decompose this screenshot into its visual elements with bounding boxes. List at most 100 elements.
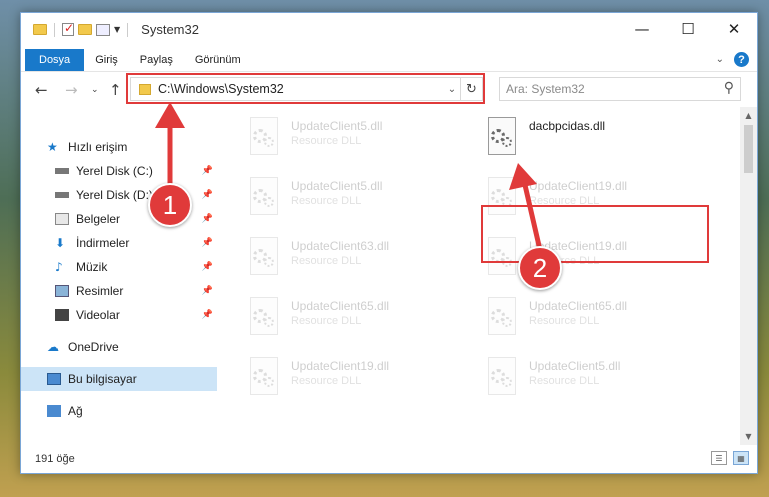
scroll-up-icon[interactable]: ▲ <box>740 107 757 124</box>
computer-icon <box>47 373 61 385</box>
dll-file-icon <box>245 295 283 339</box>
file-name: UpdateClient63.dll <box>291 239 390 253</box>
forward-icon[interactable]: → <box>65 81 78 99</box>
toolbar-divider <box>54 22 55 37</box>
pin-icon[interactable]: 📌 <box>202 190 213 200</box>
pin-icon[interactable]: 📌 <box>202 238 213 248</box>
recent-locations-icon[interactable]: ⌄ <box>91 85 99 95</box>
nav-item-label: Yerel Disk (C:) <box>76 164 153 178</box>
maximize-button[interactable]: ☐ <box>665 13 711 45</box>
pin-icon[interactable]: 📌 <box>202 166 213 176</box>
nav-item-label: Videolar <box>76 308 120 322</box>
file-type: Resource DLL <box>291 255 362 267</box>
network-icon <box>47 405 61 417</box>
file-list: UpdateClient5.dll Resource DLL dacbpcidas.… <box>231 107 735 445</box>
nav-item-label: Hızlı erişim <box>68 140 128 154</box>
back-icon[interactable]: ← <box>35 81 48 99</box>
nav-item-label: İndirmeler <box>76 236 130 250</box>
file-name: dacbpcidas.dll <box>529 119 606 133</box>
file-type: Resource DLL <box>291 195 362 207</box>
vertical-scrollbar[interactable]: ▲ ▼ <box>740 107 757 445</box>
file-item[interactable]: UpdateClient65.dll Resource DLL <box>245 295 475 343</box>
nav-item-label: Resimler <box>76 284 124 298</box>
details-view-icon[interactable]: ☰ <box>711 451 727 465</box>
navigation-pane: ★ Hızlı erişim Yerel Disk (C:) 📌 Yerel Disk … <box>21 107 217 445</box>
item-count: 191 öğe <box>35 453 75 465</box>
file-type: Resource DLL <box>291 135 362 147</box>
help-icon[interactable]: ? <box>734 52 749 67</box>
file-item[interactable]: UpdateClient5.dll Resource DLL <box>245 175 475 223</box>
videos-icon <box>55 309 69 321</box>
scroll-down-icon[interactable]: ▼ <box>740 428 757 445</box>
documents-icon <box>55 213 69 225</box>
quick-access-toolbar: ▼ System32 <box>33 21 199 37</box>
dll-file-icon <box>245 115 283 159</box>
nav-item-label: Ağ <box>68 404 83 418</box>
properties-check-icon[interactable] <box>62 21 74 36</box>
file-item[interactable]: UpdateClient65.dll Resource DLL <box>483 295 713 343</box>
nav-item[interactable]: Videolar 📌 <box>21 303 217 327</box>
tab-home[interactable]: Giriş <box>84 49 129 71</box>
dll-file-icon <box>245 355 283 399</box>
status-bar: 191 öğe ☰ ▦ <box>21 445 757 473</box>
search-icon[interactable]: ⚲ <box>724 80 734 96</box>
up-icon[interactable]: ↑ <box>109 81 122 99</box>
file-item[interactable]: UpdateClient63.dll Resource DLL <box>245 235 475 283</box>
customize-icon[interactable] <box>96 23 110 36</box>
file-name: UpdateClient19.dll <box>291 359 390 373</box>
dll-file-icon <box>483 115 521 159</box>
large-icons-view-icon[interactable]: ▦ <box>733 451 749 465</box>
file-item[interactable]: UpdateClient19.dll Resource DLL <box>245 355 475 403</box>
new-folder-icon[interactable] <box>78 24 92 35</box>
tab-share[interactable]: Paylaş <box>129 49 184 71</box>
content-area: ★ Hızlı erişim Yerel Disk (C:) 📌 Yerel Disk … <box>21 107 757 445</box>
nav-item[interactable]: ★ Hızlı erişim <box>21 135 217 159</box>
toolbar-divider <box>127 22 129 37</box>
pin-icon[interactable]: 📌 <box>202 286 213 296</box>
folder-icon <box>33 24 47 35</box>
pin-icon[interactable]: 📌 <box>202 214 213 224</box>
music-icon: ♪ <box>55 260 63 274</box>
file-type: Resource DLL <box>529 375 600 387</box>
nav-item[interactable]: Ağ <box>21 399 217 423</box>
nav-item[interactable]: ☁ OneDrive <box>21 335 217 359</box>
nav-item[interactable]: Resimler 📌 <box>21 279 217 303</box>
file-item[interactable]: UpdateClient5.dll Resource DLL <box>245 115 475 163</box>
file-name: UpdateClient5.dll <box>291 179 383 193</box>
step-2-badge: 2 <box>518 246 562 290</box>
pin-icon[interactable]: 📌 <box>202 310 213 320</box>
search-placeholder: Ara: System32 <box>506 82 585 96</box>
step-1-badge: 1 <box>148 183 192 227</box>
star-icon: ★ <box>47 140 58 154</box>
file-name: UpdateClient65.dll <box>529 299 628 313</box>
drive-icon <box>55 168 69 174</box>
file-item[interactable]: dacbpcidas.dll <box>483 115 713 163</box>
file-name: UpdateClient5.dll <box>529 359 621 373</box>
file-item[interactable]: UpdateClient5.dll Resource DLL <box>483 355 713 403</box>
file-highlight-box <box>481 205 709 263</box>
scroll-thumb[interactable] <box>744 125 753 173</box>
nav-item-label: OneDrive <box>68 340 119 354</box>
tab-file[interactable]: Dosya <box>25 49 85 71</box>
file-name: UpdateClient19.dll <box>529 179 628 193</box>
nav-item[interactable]: Bu bilgisayar <box>21 367 217 391</box>
address-row: ← → ⌄ ↑ C:\Windows\System32 ⌄ ↻ Ara: Sys… <box>21 71 757 107</box>
nav-item[interactable]: Yerel Disk (C:) 📌 <box>21 159 217 183</box>
dll-file-icon <box>483 355 521 399</box>
search-input[interactable]: Ara: System32 ⚲ <box>499 77 741 101</box>
dll-file-icon <box>483 295 521 339</box>
file-type: Resource DLL <box>291 375 362 387</box>
nav-item[interactable]: ⬇ İndirmeler 📌 <box>21 231 217 255</box>
tab-view[interactable]: Görünüm <box>184 49 252 71</box>
close-button[interactable]: ✕ <box>711 13 757 45</box>
expand-ribbon-icon[interactable]: ⌄ <box>716 54 724 65</box>
minimize-button[interactable]: — <box>619 13 665 45</box>
title-bar: ▼ System32 — ☐ ✕ <box>21 13 757 49</box>
nav-item-label: Belgeler <box>76 212 121 226</box>
pictures-icon <box>55 285 69 297</box>
chevron-down-icon[interactable]: ▼ <box>114 25 120 34</box>
drive-icon <box>55 192 69 198</box>
nav-item[interactable]: ♪ Müzik 📌 <box>21 255 217 279</box>
pin-icon[interactable]: 📌 <box>202 262 213 272</box>
ribbon-tabs: Dosya Giriş Paylaş Görünüm ⌄ ? <box>21 49 757 71</box>
